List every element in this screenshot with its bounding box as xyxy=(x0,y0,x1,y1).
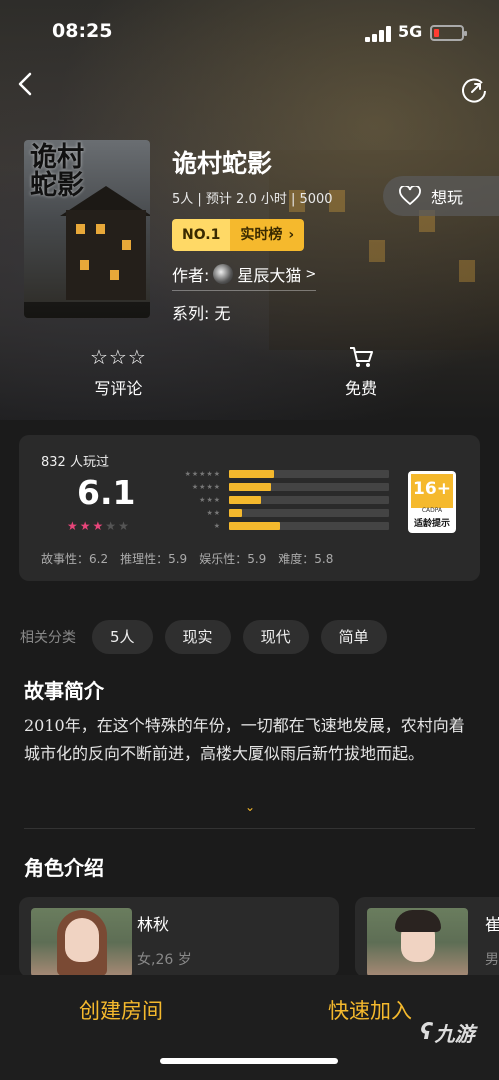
share-icon xyxy=(462,78,486,103)
status-time: 08:25 xyxy=(52,20,113,42)
author-prefix: 作者: xyxy=(172,266,210,285)
tag-realistic[interactable]: 现实 xyxy=(164,620,231,654)
divider xyxy=(24,828,475,829)
rating-distribution: ★★★★★ ★★★★ ★★★ ★★ ★ xyxy=(177,467,402,533)
character-card[interactable]: 林秋 女,26 岁 xyxy=(19,897,339,977)
stars-outline-icon: ☆☆☆ xyxy=(90,345,147,369)
home-indicator[interactable] xyxy=(160,1058,338,1064)
distribution-track xyxy=(229,509,389,518)
rank-label-text: 实时榜 xyxy=(240,227,283,243)
expand-synopsis-button[interactable]: ⌄ xyxy=(240,800,260,820)
distribution-row: ★★★ xyxy=(177,493,402,506)
distribution-row: ★★★★★ xyxy=(177,467,402,480)
character-info: 男 xyxy=(485,952,499,968)
chevron-left-icon xyxy=(18,72,32,96)
rating-score: 6.1 xyxy=(77,473,136,512)
free-button[interactable]: 免费 xyxy=(345,345,377,399)
distribution-stars: ★★★★ xyxy=(191,482,221,491)
rating-star-icon: ★ xyxy=(118,519,131,533)
chevron-right-icon: › xyxy=(288,227,295,243)
create-room-button[interactable]: 创建房间 xyxy=(79,995,163,1025)
watermark-logo: ʕ 九游 xyxy=(420,1018,475,1047)
age-rating: 16+ xyxy=(411,474,453,508)
rating-stars: ★★★★★ xyxy=(67,519,131,533)
rank-number: NO.1 xyxy=(172,219,231,251)
rating-star-icon: ★ xyxy=(79,519,93,533)
distribution-fill xyxy=(229,482,271,491)
sub-scores: 故事性：6.2 推理性：5.9 娱乐性：5.9 难度：5.8 xyxy=(41,550,333,567)
character-portrait xyxy=(367,908,468,977)
cart-icon xyxy=(350,347,373,367)
want-to-play-button[interactable]: 想玩 xyxy=(383,176,499,216)
network-type: 5G xyxy=(398,22,423,41)
distribution-track xyxy=(229,522,389,531)
distribution-track xyxy=(229,469,389,478)
distribution-stars: ★ xyxy=(213,522,221,531)
sub-score-reasoning: 推理性：5.9 xyxy=(120,552,188,566)
sub-score-difficulty: 难度：5.8 xyxy=(278,552,334,566)
distribution-track xyxy=(229,482,389,491)
character-portrait xyxy=(31,908,132,977)
play-count: 832 人玩过 xyxy=(41,455,109,470)
quick-join-button[interactable]: 快速加入 xyxy=(328,995,412,1025)
synopsis-title: 故事简介 xyxy=(24,679,104,703)
free-label: 免费 xyxy=(345,379,378,398)
distribution-row: ★★★★ xyxy=(177,480,402,493)
status-bar: 08:25 5G xyxy=(0,0,499,64)
back-button[interactable] xyxy=(10,66,46,102)
rank-badge[interactable]: NO.1 实时榜 › xyxy=(172,219,305,251)
signal-icon xyxy=(365,26,391,42)
character-name: 崔 xyxy=(485,915,499,934)
distribution-row: ★★ xyxy=(177,507,402,520)
rating-star-icon: ★ xyxy=(105,519,119,533)
watermark-text: 九游 xyxy=(434,1022,475,1046)
character-card[interactable]: 崔 男 xyxy=(355,897,499,977)
want-to-play-label: 想玩 xyxy=(431,188,464,207)
share-button[interactable] xyxy=(458,74,490,106)
cover-footer xyxy=(24,302,150,318)
cover-title: 诡村 蛇影 xyxy=(30,142,84,201)
synopsis-text: 2010年，在这个特殊的年份，一切都在飞速地发展，农村向着城市化的反向不断前进，… xyxy=(24,716,465,763)
author-name: 星辰大猫 xyxy=(237,266,302,285)
tag-modern[interactable]: 现代 xyxy=(242,620,309,654)
author-avatar xyxy=(213,264,234,284)
rank-label: 实时榜 › xyxy=(230,219,305,251)
distribution-stars: ★★★★★ xyxy=(184,469,221,478)
tags-label: 相关分类 xyxy=(20,630,76,646)
tag-players[interactable]: 5人 xyxy=(92,620,153,654)
distribution-fill xyxy=(229,522,281,531)
game-title: 诡村蛇影 xyxy=(172,149,273,178)
character-name: 林秋 xyxy=(137,915,170,934)
battery-icon xyxy=(430,25,467,41)
rating-star-icon: ★ xyxy=(92,519,106,533)
heart-icon xyxy=(399,186,421,206)
character-info: 女,26 岁 xyxy=(137,952,192,968)
distribution-track xyxy=(229,495,389,504)
game-meta: 5人 | 预计 2.0 小时 | 5000 xyxy=(172,192,333,207)
related-tags: 相关分类 5人 现实 现代 简单 xyxy=(20,620,387,654)
sub-score-fun: 娱乐性：5.9 xyxy=(199,552,267,566)
rating-star-icon: ★ xyxy=(67,519,80,533)
tag-easy[interactable]: 简单 xyxy=(320,620,387,654)
distribution-stars: ★★★ xyxy=(199,495,221,504)
chevron-right-icon: > xyxy=(305,266,317,282)
game-cover[interactable]: 诡村 蛇影 xyxy=(24,140,150,318)
distribution-stars: ★★ xyxy=(206,509,221,518)
characters-title: 角色介绍 xyxy=(24,856,104,880)
series-label: 系列: 无 xyxy=(172,304,231,323)
nine-game-logo-icon: ʕ xyxy=(420,1020,433,1045)
rating-card: 832 人玩过 6.1 ★★★★★ ★★★★★ ★★★★ ★★★ ★★ ★ 16+ CA… xyxy=(19,435,480,581)
sub-score-story: 故事性：6.2 xyxy=(41,552,109,566)
write-review-button[interactable]: ☆☆☆ 写评论 xyxy=(90,345,147,399)
age-rating-label: 适龄提示 xyxy=(413,519,450,529)
write-review-label: 写评论 xyxy=(94,379,143,398)
distribution-fill xyxy=(229,509,242,518)
distribution-row: ★ xyxy=(177,520,402,533)
age-rating-badge[interactable]: 16+ CADPA 适龄提示 xyxy=(408,471,456,533)
age-rating-org: CADPA xyxy=(421,507,443,514)
chevron-down-icon: ⌄ xyxy=(244,800,256,814)
author-link[interactable]: 作者: 星辰大猫 > xyxy=(172,262,317,291)
distribution-fill xyxy=(229,495,261,504)
distribution-fill xyxy=(229,469,274,478)
